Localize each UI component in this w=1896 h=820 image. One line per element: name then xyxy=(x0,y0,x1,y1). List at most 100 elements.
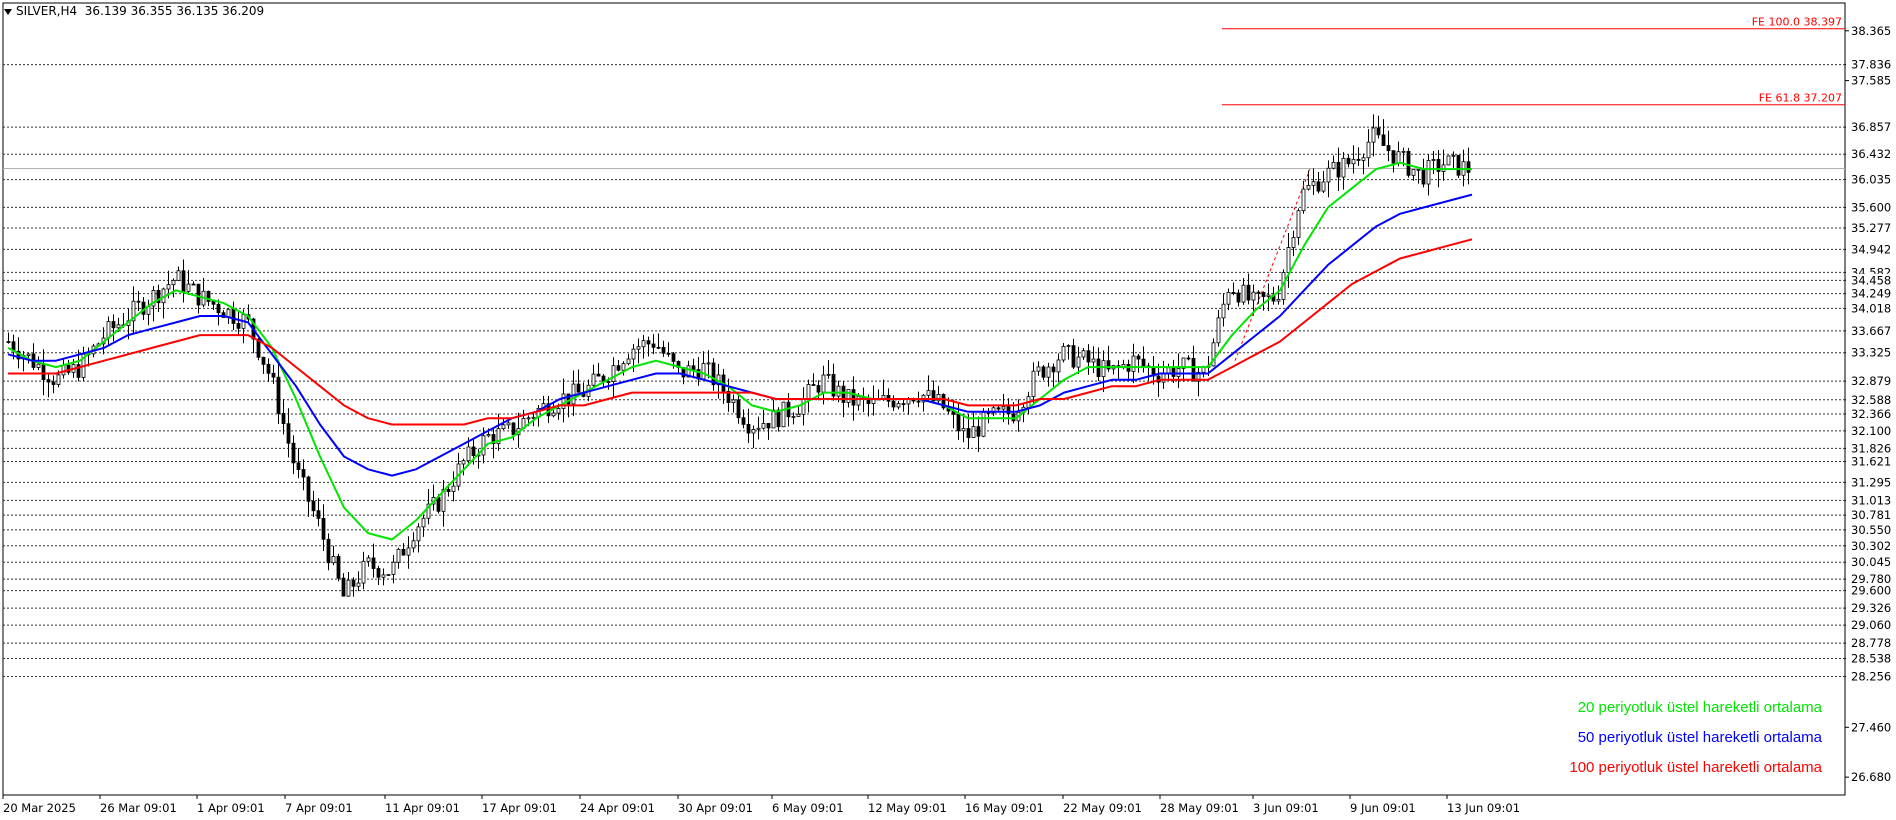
candle-bear xyxy=(1261,292,1266,297)
candle-bear xyxy=(901,403,906,405)
symbol-label: SILVER,H4 xyxy=(16,4,78,18)
candle-bull xyxy=(1061,346,1066,361)
level-label: 35.277 xyxy=(1846,221,1894,235)
candle-bull xyxy=(466,446,471,462)
candle-bear xyxy=(661,347,666,354)
candle-bull xyxy=(1241,284,1246,303)
candle-bull xyxy=(1306,184,1311,190)
level-label: 34.458 xyxy=(1846,273,1894,287)
candle-bull xyxy=(1031,370,1036,398)
fibonacci-label: FE 100.0 38.397 xyxy=(1752,16,1842,29)
candle-bear xyxy=(1386,145,1391,152)
candle-bear xyxy=(371,557,376,569)
candle-bull xyxy=(461,460,466,465)
candle-bull xyxy=(1251,291,1256,301)
candle-bull xyxy=(1076,356,1081,368)
candle-bull xyxy=(961,428,966,432)
candle-bear xyxy=(376,568,381,578)
level-value: 30.781 xyxy=(1851,508,1891,522)
candle-bear xyxy=(111,321,116,329)
level-label: 36.432 xyxy=(1846,147,1894,161)
candle-bull xyxy=(896,403,901,408)
candle-bear xyxy=(1336,161,1341,178)
candle-bull xyxy=(781,401,786,428)
level-value: 31.295 xyxy=(1851,475,1891,489)
candle-bear xyxy=(511,422,516,436)
candle-bull xyxy=(606,381,611,384)
candle-bull xyxy=(176,270,181,281)
candle-bull xyxy=(801,398,806,415)
level-value: 33.667 xyxy=(1851,324,1891,338)
candle-bull xyxy=(806,384,811,399)
candle-bull xyxy=(1276,299,1281,302)
candle-bear xyxy=(1376,127,1381,136)
x-tick-label: 12 May 09:01 xyxy=(868,801,947,815)
candle-bull xyxy=(106,321,111,339)
x-tick-label: 24 Apr 09:01 xyxy=(580,801,655,815)
ohlc-values: 36.139 36.355 36.135 36.209 xyxy=(84,4,265,18)
fibonacci-projection-line[interactable] xyxy=(1234,168,1311,361)
candle-bull xyxy=(1131,355,1136,372)
candle-bear xyxy=(46,379,51,383)
level-value: 29.326 xyxy=(1851,601,1891,615)
candle-bear xyxy=(851,389,856,406)
candle-bull xyxy=(501,424,506,430)
candle-bear xyxy=(1466,161,1471,173)
candle-bull xyxy=(1161,373,1166,383)
level-value: 29.600 xyxy=(1851,584,1891,598)
candle-bear xyxy=(691,365,696,370)
x-tick-label: 7 Apr 09:01 xyxy=(285,801,353,815)
level-value: 30.550 xyxy=(1851,523,1891,537)
candle-bull xyxy=(386,574,391,576)
candle-bull xyxy=(171,279,176,286)
candle-bull xyxy=(761,422,766,429)
level-label: 29.600 xyxy=(1846,584,1894,598)
candle-bull xyxy=(821,374,826,393)
candle-bear xyxy=(891,400,896,408)
candle-bull xyxy=(836,385,841,397)
candle-bull xyxy=(1341,157,1346,178)
candle-bear xyxy=(1391,150,1396,164)
candle-bull xyxy=(641,340,646,348)
level-label: 32.588 xyxy=(1846,393,1894,407)
candle-bear xyxy=(616,365,621,371)
candle-bear xyxy=(291,442,296,464)
candle-bear xyxy=(976,426,981,437)
candle-bull xyxy=(551,412,556,417)
candle-bear xyxy=(296,462,301,470)
candle-bull xyxy=(506,422,511,426)
candle-bull xyxy=(636,346,641,350)
dropdown-triangle-icon[interactable] xyxy=(4,8,12,15)
y-tick-label: 27.460 xyxy=(1851,720,1891,734)
candle-bull xyxy=(556,408,561,414)
candle-bull xyxy=(486,434,491,437)
level-value: 34.942 xyxy=(1851,242,1891,256)
level-label: 34.249 xyxy=(1846,287,1894,301)
candle-bear xyxy=(1456,154,1461,176)
candle-bull xyxy=(356,582,361,587)
x-tick-label: 11 Apr 09:01 xyxy=(385,801,460,815)
level-label: 32.100 xyxy=(1846,424,1894,438)
price-chart[interactable]: 37.836 36.857 36.432 36.035 35.600 35.277 34.9… xyxy=(0,0,1896,820)
candle-bull xyxy=(391,561,396,575)
candle-bear xyxy=(776,409,781,428)
level-value: 34.458 xyxy=(1851,273,1891,287)
candle-bear xyxy=(306,476,311,502)
ema-line-20[interactable] xyxy=(7,161,1472,541)
candle-bull xyxy=(1446,155,1451,166)
level-value: 37.836 xyxy=(1851,58,1891,72)
candle-bull xyxy=(166,284,171,290)
legend-ema100: 100 periyotluk üstel hareketli ortalama xyxy=(1569,759,1822,776)
level-label: 37.836 xyxy=(1846,58,1894,72)
candle-bear xyxy=(6,341,11,343)
candle-bear xyxy=(281,413,286,425)
candle-bear xyxy=(216,303,221,314)
candle-bull xyxy=(1311,181,1316,186)
level-label: 33.325 xyxy=(1846,346,1894,360)
candle-bull xyxy=(1286,247,1291,273)
level-label: 35.600 xyxy=(1846,200,1894,214)
candle-bull xyxy=(1321,181,1326,192)
candle-bull xyxy=(396,548,401,563)
candle-bear xyxy=(746,424,751,434)
level-value: 31.013 xyxy=(1851,493,1891,507)
